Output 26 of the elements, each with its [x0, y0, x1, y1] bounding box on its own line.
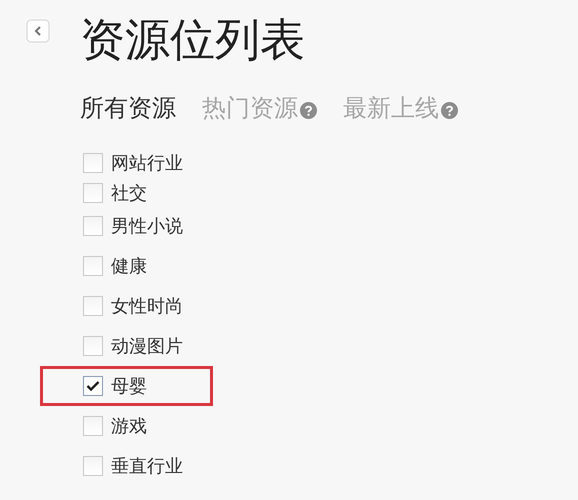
- tab[interactable]: 最新上线: [343, 92, 458, 124]
- checkbox[interactable]: [83, 296, 103, 316]
- checkbox[interactable]: [83, 216, 103, 236]
- back-button[interactable]: [26, 19, 50, 43]
- tab[interactable]: 热门资源: [202, 92, 317, 124]
- page-title: 资源位列表: [80, 12, 306, 68]
- checkbox[interactable]: [83, 416, 103, 436]
- category-label: 垂直行业: [111, 455, 183, 478]
- category-label: 男性小说: [111, 215, 183, 238]
- checkbox[interactable]: [83, 456, 103, 476]
- check-icon: [86, 380, 100, 392]
- category-label: 母婴: [111, 375, 147, 398]
- checkbox[interactable]: [83, 153, 103, 173]
- help-icon[interactable]: [300, 102, 317, 118]
- tab[interactable]: 所有资源: [80, 92, 176, 124]
- checkbox[interactable]: [83, 336, 103, 356]
- category-label: 网站行业: [111, 152, 183, 175]
- category-label: 动漫图片: [111, 335, 183, 358]
- category-label: 社交: [111, 182, 147, 205]
- checkbox[interactable]: [83, 183, 103, 203]
- category-label: 健康: [111, 255, 147, 278]
- category-label: 女性时尚: [111, 295, 183, 318]
- category-label: 游戏: [111, 415, 147, 438]
- checkbox[interactable]: [83, 256, 103, 276]
- help-icon[interactable]: [441, 102, 458, 118]
- checkbox[interactable]: [83, 376, 103, 396]
